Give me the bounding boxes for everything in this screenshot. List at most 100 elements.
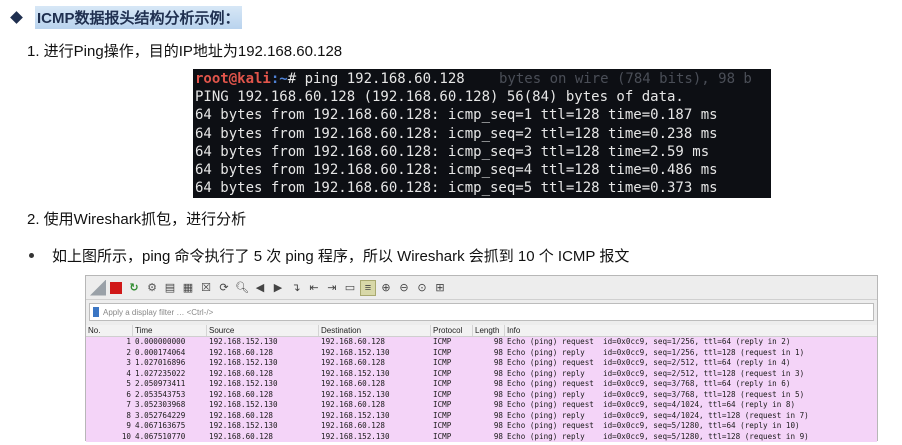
packet-protocol: ICMP <box>433 410 452 420</box>
reload-icon[interactable]: ⟳ <box>216 280 232 296</box>
table-row[interactable]: 3 1.027016896 192.168.152.130 192.168.60.12… <box>86 358 877 369</box>
shark-fin-icon[interactable] <box>90 279 106 296</box>
packet-no: 5 <box>126 379 131 388</box>
packet-time: 3.052303968 <box>135 400 186 409</box>
packet-time: 4.067510770 <box>135 431 186 441</box>
bullet-item: 如上图所示，ping 命令执行了 5 次 ping 程序，所以 Wireshar… <box>27 245 629 266</box>
packet-length: 98 <box>493 400 503 409</box>
packet-destination: 192.168.60.128 <box>321 400 386 409</box>
filter-placeholder: Apply a display filter … <Ctrl-/> <box>103 307 214 317</box>
packet-source: 192.168.152.130 <box>209 337 278 346</box>
packet-destination: 192.168.152.130 <box>321 389 390 399</box>
heading-text: ICMP数据报头结构分析示例： <box>35 5 242 29</box>
column-header-source[interactable]: Source <box>207 325 319 336</box>
column-header-length[interactable]: Length <box>473 325 505 336</box>
terminal-screenshot: bytes on wire (784 bits), 98 b root@kali… <box>193 69 771 198</box>
open-file-icon[interactable]: ▤ <box>162 280 178 296</box>
save-file-icon[interactable]: ▦ <box>180 280 196 296</box>
column-header-time[interactable]: Time <box>133 325 207 336</box>
table-row[interactable]: 2 0.000174064 192.168.60.128 192.168.152.13… <box>86 348 877 359</box>
packet-destination: 192.168.60.128 <box>321 379 386 388</box>
packet-no: 10 <box>121 431 131 441</box>
forward-arrow-icon[interactable]: ▶ <box>270 280 286 296</box>
slide-heading: ICMP数据报头结构分析示例： <box>8 5 242 29</box>
table-row[interactable]: 7 3.052303968 192.168.152.130 192.168.60.12… <box>86 400 877 411</box>
packet-info: Echo (ping) reply id=0x0cc9, seq=4/1024,… <box>507 410 809 420</box>
packet-protocol: ICMP <box>433 379 452 388</box>
step-2-text: 2. 使用Wireshark抓包，进行分析 <box>27 211 247 228</box>
packet-no: 2 <box>126 347 131 357</box>
restart-icon[interactable]: ↻ <box>126 280 142 296</box>
goto-packet-icon[interactable]: ↴ <box>288 280 304 296</box>
autoscroll-icon[interactable]: ▭ <box>342 280 358 296</box>
table-row[interactable]: 9 4.067163675 192.168.152.130 192.168.60.12… <box>86 421 877 432</box>
packet-time: 2.053543753 <box>135 389 186 399</box>
packet-length: 98 <box>493 431 503 441</box>
column-header-info[interactable]: Info <box>505 325 877 336</box>
options-gear-icon[interactable]: ⚙ <box>144 280 160 296</box>
packet-time: 0.000174064 <box>135 347 186 357</box>
last-packet-icon[interactable]: ⇥ <box>324 280 340 296</box>
wireshark-toolbar: ↻ ⚙ ▤ ▦ ☒ ⟳ 🔍︎ ◀ ▶ ↴ ⇤ ⇥ ▭ ≡ ⊕ ⊖ ⊙ ⊞ <box>86 276 877 300</box>
diamond-bullet-icon <box>10 10 23 24</box>
packet-no: 3 <box>126 358 131 367</box>
packet-source: 192.168.152.130 <box>209 421 278 430</box>
packet-time: 4.067163675 <box>135 421 186 430</box>
column-header-no[interactable]: No. <box>86 325 133 336</box>
packet-length: 98 <box>493 347 503 357</box>
packet-source: 192.168.152.130 <box>209 400 278 409</box>
packet-info: Echo (ping) request id=0x0cc9, seq=3/768… <box>507 379 791 388</box>
terminal-user-host: root@kali <box>195 71 271 87</box>
packet-source: 192.168.60.128 <box>209 431 274 441</box>
packet-info: Echo (ping) reply id=0x0cc9, seq=5/1280,… <box>507 431 809 441</box>
packet-source: 192.168.152.130 <box>209 379 278 388</box>
packet-destination: 192.168.152.130 <box>321 368 390 378</box>
packet-protocol: ICMP <box>433 400 452 409</box>
first-packet-icon[interactable]: ⇤ <box>306 280 322 296</box>
close-file-icon[interactable]: ☒ <box>198 280 214 296</box>
column-header-protocol[interactable]: Protocol <box>431 325 473 336</box>
packet-info: Echo (ping) reply id=0x0cc9, seq=1/256, … <box>507 347 805 357</box>
resize-columns-icon[interactable]: ⊞ <box>432 280 448 296</box>
packet-source: 192.168.60.128 <box>209 368 274 378</box>
find-icon[interactable]: 🔍︎ <box>234 280 250 296</box>
packet-length: 98 <box>493 368 503 378</box>
colorize-icon[interactable]: ≡ <box>360 279 376 296</box>
packet-protocol: ICMP <box>433 421 452 430</box>
packet-no: 7 <box>126 400 131 409</box>
column-header-destination[interactable]: Destination <box>319 325 431 336</box>
table-row[interactable]: 6 2.053543753 192.168.60.128 192.168.152.13… <box>86 390 877 401</box>
terminal-output-line: 64 bytes from 192.168.60.128: icmp_seq=2… <box>195 125 718 142</box>
packet-info: Echo (ping) request id=0x0cc9, seq=2/512… <box>507 358 791 367</box>
display-filter-input[interactable]: Apply a display filter … <Ctrl-/> <box>89 303 874 321</box>
packet-destination: 192.168.152.130 <box>321 347 390 357</box>
table-row[interactable]: 1 0.000000000 192.168.152.130 192.168.60.12… <box>86 337 877 348</box>
packet-protocol: ICMP <box>433 358 452 367</box>
packet-info: Echo (ping) reply id=0x0cc9, seq=3/768, … <box>507 389 805 399</box>
packet-time: 2.050973411 <box>135 379 186 388</box>
packet-destination: 192.168.60.128 <box>321 421 386 430</box>
terminal-output-line: 64 bytes from 192.168.60.128: icmp_seq=3… <box>195 143 710 160</box>
wireshark-window: ↻ ⚙ ▤ ▦ ☒ ⟳ 🔍︎ ◀ ▶ ↴ ⇤ ⇥ ▭ ≡ ⊕ ⊖ ⊙ ⊞ App… <box>85 275 878 443</box>
packet-source: 192.168.152.130 <box>209 358 278 367</box>
stop-icon[interactable] <box>110 281 122 294</box>
zoom-out-icon[interactable]: ⊖ <box>396 280 412 296</box>
step-1-text: 1. 进行Ping操作，目的IP地址为192.168.60.128 <box>27 43 343 60</box>
table-row[interactable]: 4 1.027235022 192.168.60.128 192.168.152.13… <box>86 369 877 380</box>
table-row[interactable]: 10 4.067510770 192.168.60.128 192.168.152.1… <box>86 432 877 443</box>
zoom-in-icon[interactable]: ⊕ <box>378 280 394 296</box>
packet-destination: 192.168.152.130 <box>321 410 390 420</box>
packet-list-header: No. Time Source Destination Protocol Len… <box>86 325 877 337</box>
bookmark-icon[interactable] <box>93 307 99 317</box>
table-row[interactable]: 5 2.050973411 192.168.152.130 192.168.60.12… <box>86 379 877 390</box>
zoom-normal-icon[interactable]: ⊙ <box>414 280 430 296</box>
table-row[interactable]: 8 3.052764229 192.168.60.128 192.168.152.13… <box>86 411 877 422</box>
packet-length: 98 <box>493 337 503 346</box>
packet-time: 1.027235022 <box>135 368 186 378</box>
packet-protocol: ICMP <box>433 389 452 399</box>
packet-destination: 192.168.152.130 <box>321 431 390 441</box>
packet-info: Echo (ping) request id=0x0cc9, seq=4/102… <box>507 400 796 409</box>
packet-no: 8 <box>126 410 131 420</box>
back-arrow-icon[interactable]: ◀ <box>252 280 268 296</box>
terminal-prompt-line: root@kali:~# ping 192.168.60.128 <box>195 70 771 88</box>
